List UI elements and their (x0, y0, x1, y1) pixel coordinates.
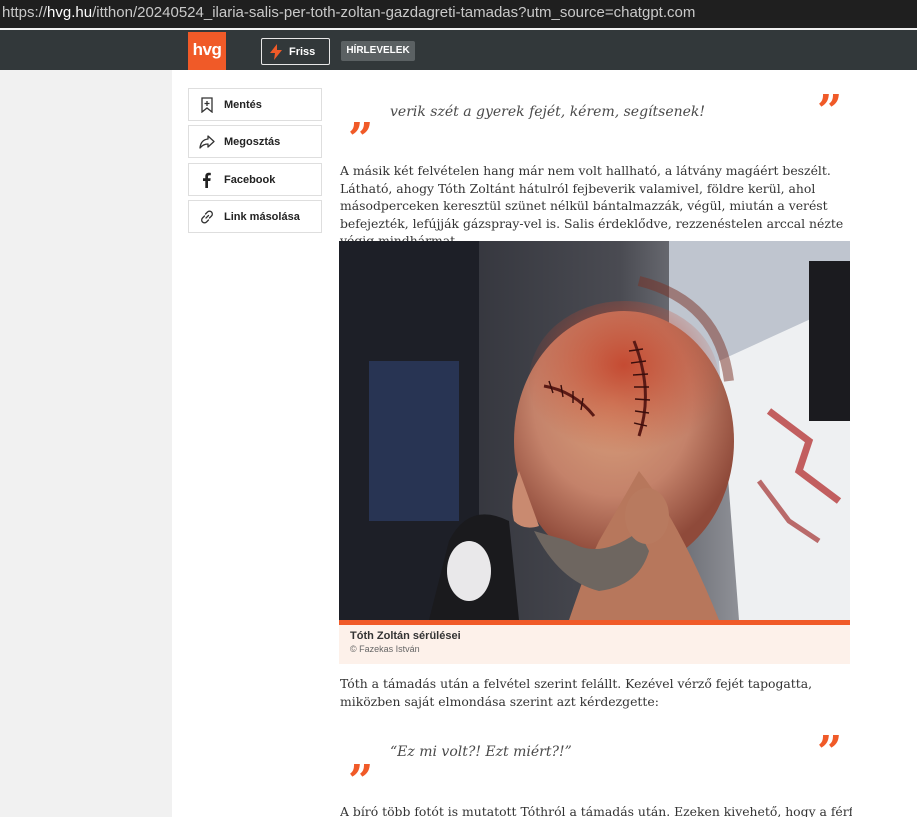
friss-button[interactable]: Friss (261, 38, 330, 65)
quote-mark-icon: ” (817, 731, 843, 761)
caption-credit: © Fazekas István (350, 644, 420, 654)
save-label: Mentés (224, 98, 262, 111)
share-button[interactable]: Megosztás (188, 125, 322, 158)
link-icon (199, 209, 215, 225)
share-label: Megosztás (224, 135, 281, 148)
article-paragraph: A másik két felvételen hang már nem volt… (340, 163, 844, 248)
hvg-logo[interactable]: hvg (188, 32, 226, 70)
article-paragraph: A bíró több fotót is mutatott Tóthról a … (340, 804, 852, 817)
quote-mark-icon: ” (348, 118, 374, 148)
copy-link-label: Link másolása (224, 210, 300, 223)
facebook-icon (199, 172, 215, 188)
quote-mark-icon: ” (817, 90, 843, 120)
url-path: /itthon/20240524_ilaria-salis-per-toth-z… (92, 4, 696, 21)
article-paragraph: Tóth a támadás után a felvétel szerint f… (340, 676, 813, 709)
address-bar[interactable]: https://hvg.hu/itthon/20240524_ilaria-sa… (0, 0, 917, 28)
save-button[interactable]: Mentés (188, 88, 322, 121)
quote-mark-icon: ” (348, 760, 374, 790)
article-photo[interactable] (339, 241, 850, 620)
url-scheme: https:// (2, 4, 48, 21)
lightning-icon (270, 43, 282, 60)
facebook-label: Facebook (224, 173, 276, 186)
url-domain: hvg.hu (47, 4, 93, 21)
pull-quote-1: verik szét a gyerek fejét, kérem, segíts… (390, 104, 706, 120)
share-icon (199, 134, 215, 150)
pull-quote-2: “Ez mi volt?! Ezt miért?!” (390, 744, 572, 760)
copy-link-button[interactable]: Link másolása (188, 200, 322, 233)
bookmark-icon (199, 96, 215, 113)
friss-label: Friss (289, 45, 316, 58)
hirlevelek-button[interactable]: HÍRLEVELEK (341, 41, 415, 61)
site-header: hvg Friss HÍRLEVELEK (0, 30, 917, 70)
image-caption: Tóth Zoltán sérülései © Fazekas István (339, 625, 850, 664)
caption-title: Tóth Zoltán sérülései (350, 630, 461, 642)
facebook-button[interactable]: Facebook (188, 163, 322, 196)
